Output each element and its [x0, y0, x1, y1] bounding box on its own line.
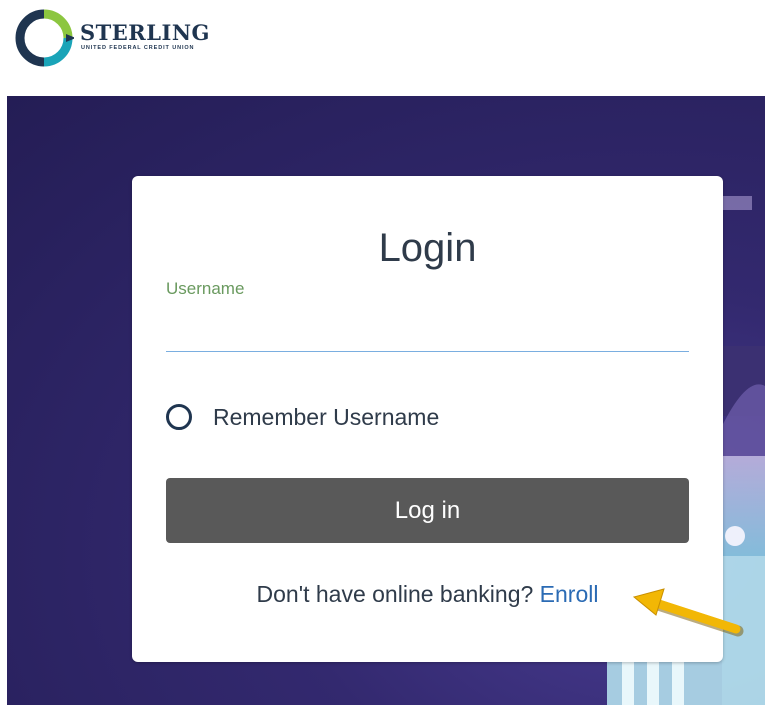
enroll-link[interactable]: Enroll	[540, 581, 599, 607]
login-title: Login	[378, 226, 477, 270]
remember-radio-icon[interactable]	[166, 404, 192, 430]
username-label: Username	[166, 279, 245, 298]
brand-subtitle: UNITED FEDERAL CREDIT UNION	[81, 45, 195, 51]
remember-username-label: Remember Username	[213, 403, 440, 430]
remember-username-toggle[interactable]: Remember Username	[166, 402, 439, 432]
username-input[interactable]	[166, 304, 689, 352]
sterling-logo[interactable]: STERLING UNITED FEDERAL CREDIT UNION	[14, 8, 214, 68]
login-button[interactable]: Log in	[166, 478, 689, 543]
enroll-prompt-text: Don't have online banking?	[256, 581, 534, 607]
brand-name: STERLING	[80, 20, 210, 45]
sterling-logo-mark-icon	[15, 9, 74, 67]
site-header: STERLING UNITED FEDERAL CREDIT UNION	[0, 0, 765, 96]
annotation-arrow-icon	[632, 588, 744, 637]
